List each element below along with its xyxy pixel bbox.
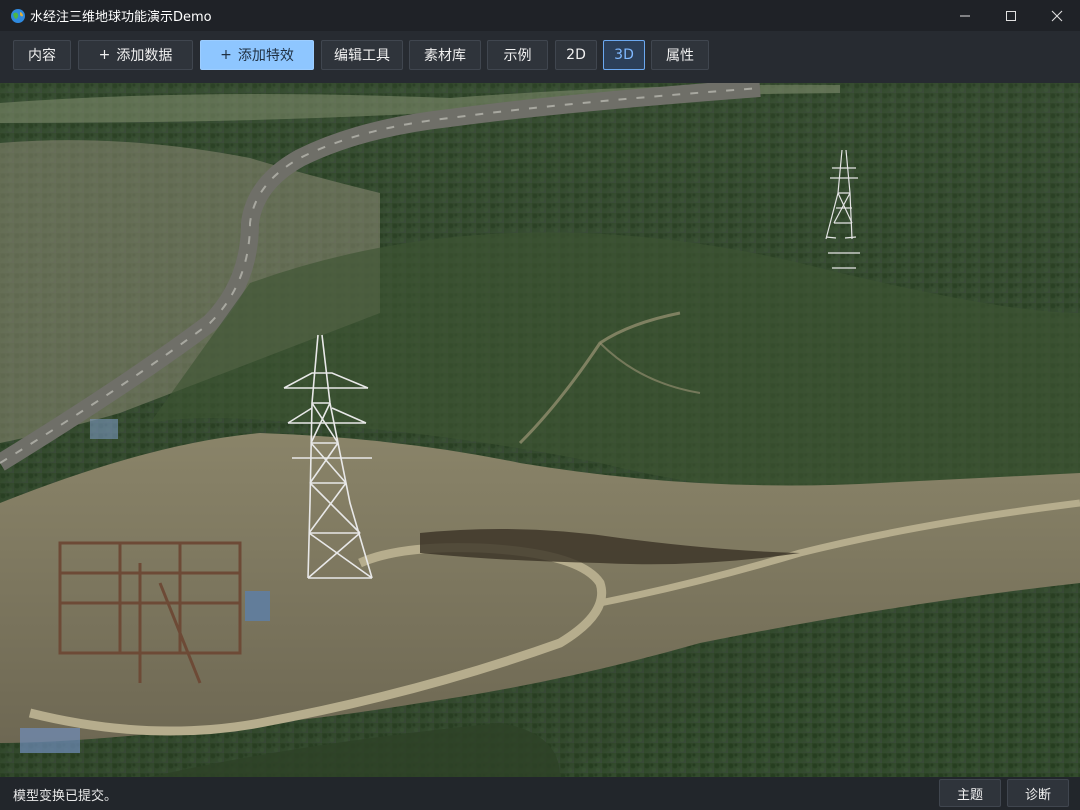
content-label: 内容: [28, 48, 56, 64]
properties-button[interactable]: 属性: [651, 40, 709, 70]
diagnose-button[interactable]: 诊断: [1007, 779, 1069, 807]
mode-2d-button[interactable]: 2D: [555, 40, 597, 70]
plus-icon: +: [220, 47, 232, 63]
status-message: 模型变换已提交。: [13, 789, 118, 804]
main-toolbar: 内容 + 添加数据 + 添加特效 编辑工具 素材库 示例 2D 3D 属性: [0, 31, 1080, 83]
close-icon: [1051, 10, 1063, 21]
globe-3d-viewport[interactable]: [0, 83, 1080, 777]
diagnose-label: 诊断: [1024, 787, 1051, 803]
examples-label: 示例: [503, 48, 532, 64]
maximize-icon: [1006, 10, 1016, 21]
theme-label: 主题: [956, 787, 983, 803]
minimize-icon: [960, 15, 970, 16]
properties-label: 属性: [666, 48, 694, 64]
add-data-button[interactable]: + 添加数据: [78, 40, 193, 70]
plus-icon: +: [98, 47, 111, 63]
close-button[interactable]: [1034, 0, 1080, 31]
edit-tools-label: 编辑工具: [334, 48, 390, 64]
globe-icon: [11, 8, 25, 23]
examples-button[interactable]: 示例: [487, 40, 548, 70]
edit-tools-button[interactable]: 编辑工具: [321, 40, 403, 70]
mode-3d-label: 3D: [614, 47, 634, 63]
title-bar: 水经注三维地球功能演示Demo: [0, 0, 1080, 31]
material-library-button[interactable]: 素材库: [409, 40, 481, 70]
minimize-button[interactable]: [942, 0, 988, 31]
material-library-label: 素材库: [424, 48, 466, 64]
window-title: 水经注三维地球功能演示Demo: [30, 10, 212, 25]
add-effect-label: 添加特效: [237, 48, 294, 64]
terrain-scene: [0, 83, 1080, 777]
theme-button[interactable]: 主题: [939, 779, 1001, 807]
mode-2d-label: 2D: [566, 47, 586, 63]
add-data-label: 添加数据: [116, 48, 173, 64]
mode-3d-button[interactable]: 3D: [603, 40, 645, 70]
add-effect-button[interactable]: + 添加特效: [200, 40, 314, 70]
status-bar: 模型变换已提交。 主题 诊断: [0, 777, 1080, 810]
content-button[interactable]: 内容: [13, 40, 71, 70]
maximize-button[interactable]: [988, 0, 1034, 31]
